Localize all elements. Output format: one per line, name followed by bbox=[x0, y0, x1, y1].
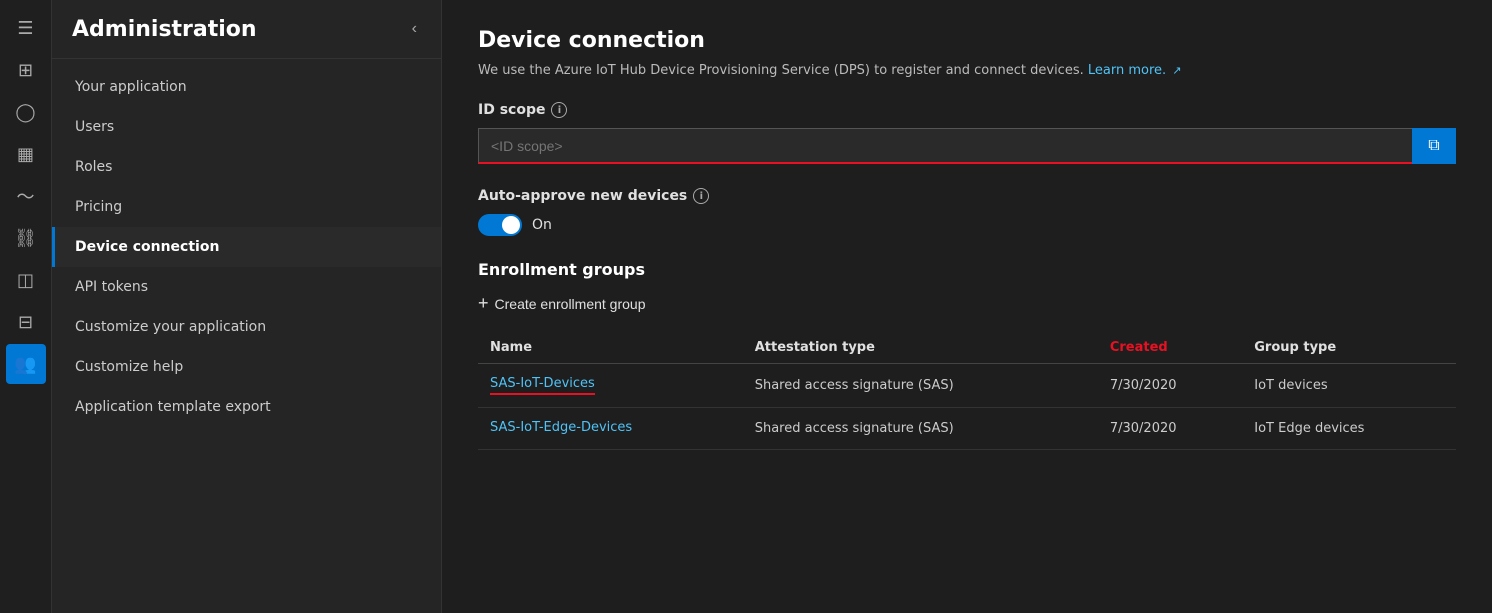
id-scope-row: ⧉ bbox=[478, 128, 1456, 164]
enrollment-title: Enrollment groups bbox=[478, 260, 1456, 279]
sidebar-title: Administration bbox=[72, 17, 257, 42]
sidebar-header: Administration ‹ bbox=[52, 0, 441, 59]
analytics-icon[interactable]: 〜 bbox=[6, 176, 46, 216]
user-circle-icon[interactable]: ◯ bbox=[6, 92, 46, 132]
sidebar: Administration ‹ Your application Users … bbox=[52, 0, 442, 613]
sidebar-item-roles[interactable]: Roles bbox=[52, 147, 441, 187]
home-icon[interactable]: ⊞ bbox=[6, 50, 46, 90]
learn-more-link[interactable]: Learn more. bbox=[1088, 63, 1166, 78]
admin-icon[interactable]: 👥 bbox=[6, 344, 46, 384]
id-scope-input[interactable] bbox=[478, 128, 1412, 164]
page-title: Device connection bbox=[478, 28, 1456, 53]
sidebar-item-users[interactable]: Users bbox=[52, 107, 441, 147]
create-enrollment-group-button[interactable]: + Create enrollment group bbox=[478, 293, 646, 314]
page-subtitle: We use the Azure IoT Hub Device Provisio… bbox=[478, 63, 1456, 78]
jobs-icon[interactable]: ◫ bbox=[6, 260, 46, 300]
toggle-knob bbox=[502, 216, 520, 234]
sidebar-item-your-application[interactable]: Your application bbox=[52, 67, 441, 107]
table-cell-created: 7/30/2020 bbox=[1098, 408, 1242, 450]
bar-chart-icon[interactable]: ▦ bbox=[6, 134, 46, 174]
sidebar-item-device-connection[interactable]: Device connection bbox=[52, 227, 441, 267]
external-link-icon: ↗ bbox=[1172, 64, 1181, 77]
col-header-created: Created bbox=[1098, 332, 1242, 364]
enrollment-section: Enrollment groups + Create enrollment gr… bbox=[478, 260, 1456, 450]
table-cell-group-type: IoT devices bbox=[1242, 364, 1456, 408]
enrollment-group-link-sas-iot-devices[interactable]: SAS-IoT-Devices bbox=[490, 376, 595, 395]
auto-approve-label: Auto-approve new devices i bbox=[478, 188, 1456, 204]
id-scope-info-icon[interactable]: i bbox=[551, 102, 567, 118]
table-header-row: Name Attestation type Created Group type bbox=[478, 332, 1456, 364]
table-cell-group-type: IoT Edge devices bbox=[1242, 408, 1456, 450]
main-content: Device connection We use the Azure IoT H… bbox=[442, 0, 1492, 613]
copy-id-scope-button[interactable]: ⧉ bbox=[1412, 128, 1456, 164]
rules-icon[interactable]: ⛓ bbox=[6, 218, 46, 258]
auto-approve-info-icon[interactable]: i bbox=[693, 188, 709, 204]
sidebar-item-customize-help[interactable]: Customize help bbox=[52, 347, 441, 387]
table-cell-name: SAS-IoT-Edge-Devices bbox=[478, 408, 743, 450]
plus-icon: + bbox=[478, 293, 489, 314]
toggle-state-label: On bbox=[532, 217, 552, 233]
api-icon[interactable]: ⊟ bbox=[6, 302, 46, 342]
id-scope-label: ID scope i bbox=[478, 102, 1456, 118]
table-cell-attestation: Shared access signature (SAS) bbox=[743, 364, 1098, 408]
table-row: SAS-IoT-Devices Shared access signature … bbox=[478, 364, 1456, 408]
table-cell-attestation: Shared access signature (SAS) bbox=[743, 408, 1098, 450]
table-row: SAS-IoT-Edge-Devices Shared access signa… bbox=[478, 408, 1456, 450]
col-header-attestation: Attestation type bbox=[743, 332, 1098, 364]
sidebar-collapse-button[interactable]: ‹ bbox=[408, 16, 421, 42]
hamburger-icon[interactable]: ☰ bbox=[6, 8, 46, 48]
sidebar-item-pricing[interactable]: Pricing bbox=[52, 187, 441, 227]
sidebar-nav: Your application Users Roles Pricing Dev… bbox=[52, 59, 441, 613]
enrollment-table: Name Attestation type Created Group type… bbox=[478, 332, 1456, 450]
sidebar-item-application-template-export[interactable]: Application template export bbox=[52, 387, 441, 427]
sidebar-item-customize-application[interactable]: Customize your application bbox=[52, 307, 441, 347]
table-cell-created: 7/30/2020 bbox=[1098, 364, 1242, 408]
toggle-row: On bbox=[478, 214, 1456, 236]
auto-approve-section: Auto-approve new devices i On bbox=[478, 188, 1456, 236]
enrollment-group-link-sas-iot-edge-devices[interactable]: SAS-IoT-Edge-Devices bbox=[490, 420, 632, 437]
copy-icon: ⧉ bbox=[1428, 137, 1439, 155]
auto-approve-toggle[interactable] bbox=[478, 214, 522, 236]
col-header-name: Name bbox=[478, 332, 743, 364]
sidebar-item-api-tokens[interactable]: API tokens bbox=[52, 267, 441, 307]
col-header-group-type: Group type bbox=[1242, 332, 1456, 364]
table-cell-name: SAS-IoT-Devices bbox=[478, 364, 743, 408]
icon-rail: ☰ ⊞ ◯ ▦ 〜 ⛓ ◫ ⊟ 👥 bbox=[0, 0, 52, 613]
